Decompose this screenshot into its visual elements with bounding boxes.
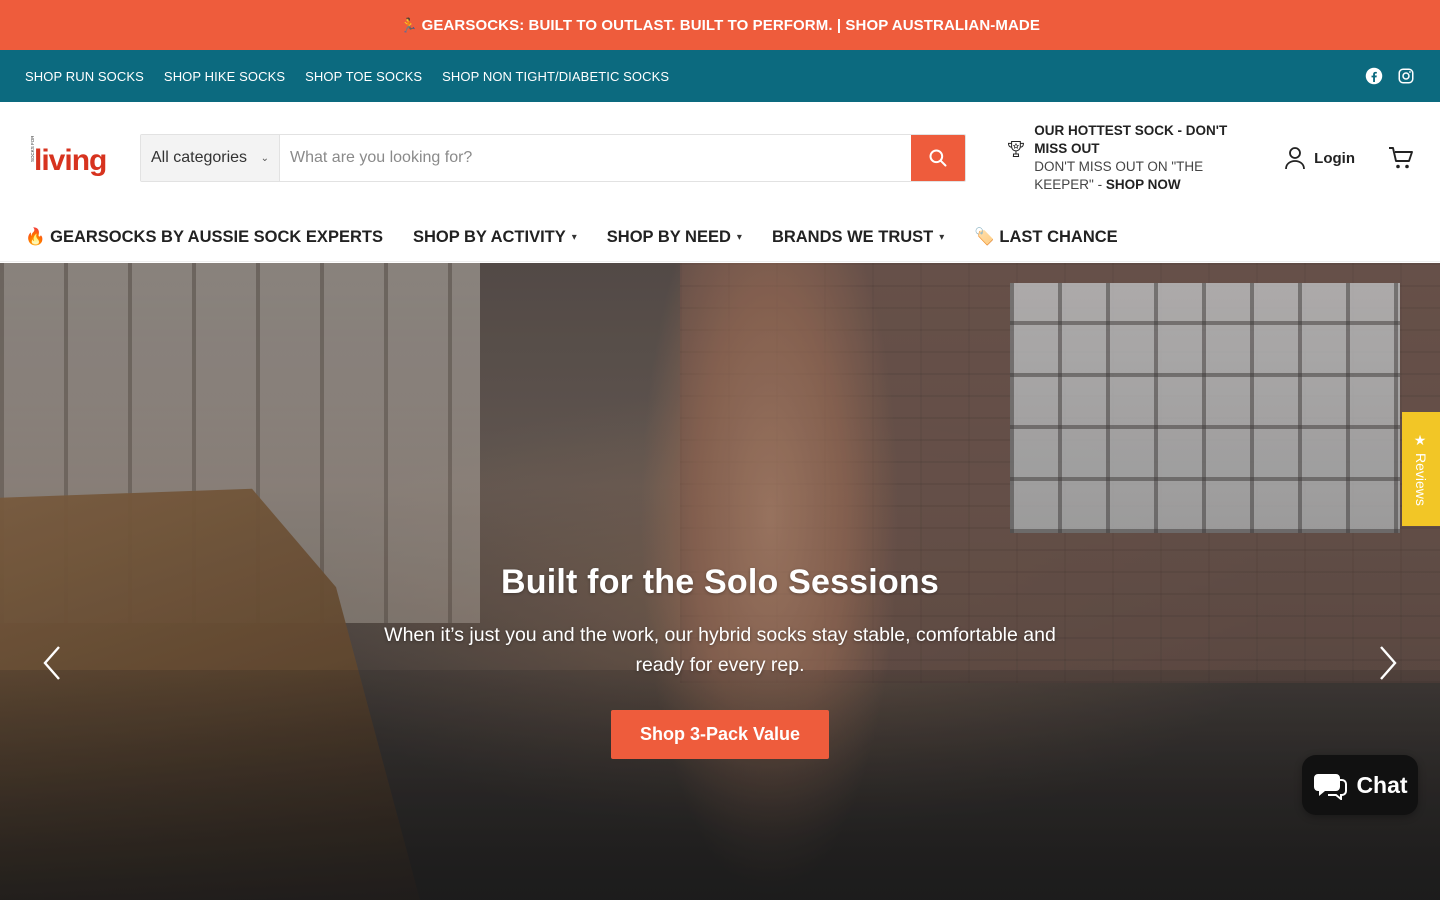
cart-icon (1389, 147, 1413, 169)
announcement-bar[interactable]: 🏃 GEARSOCKS: BUILT TO OUTLAST. BUILT TO … (0, 0, 1440, 50)
search-icon (929, 149, 947, 167)
category-select[interactable]: All categories ⌄ (141, 135, 280, 181)
svg-text:living: living (34, 144, 106, 177)
cart-button[interactable] (1387, 144, 1415, 172)
reviews-tab-label: Reviews (1413, 452, 1429, 506)
trophy-icon (1008, 141, 1025, 157)
nav-item-label: SHOP BY NEED (606, 228, 731, 246)
instagram-icon[interactable] (1397, 67, 1415, 85)
chevron-right-icon (1380, 646, 1397, 680)
chevron-down-icon: ▾ (736, 232, 742, 243)
star-icon: ★ (1413, 432, 1429, 449)
hero-text: When it’s just you and the work, our hyb… (384, 624, 1056, 676)
nav-item-shop-by-need[interactable]: SHOP BY NEED ▾ (607, 228, 742, 247)
promo-cta[interactable]: SHOP NOW (1106, 177, 1181, 192)
facebook-icon[interactable] (1365, 67, 1383, 85)
chevron-down-icon: ▾ (939, 232, 945, 243)
promo-block[interactable]: OUR HOTTEST SOCK - DON'T MISS OUT DON'T … (1006, 122, 1246, 194)
slide-next-button[interactable] (1374, 643, 1402, 683)
hero-content: Built for the Solo Sessions When it’s ju… (0, 563, 1440, 759)
chat-label: Chat (1356, 771, 1408, 798)
chat-button[interactable]: Chat (1302, 755, 1418, 815)
category-select-value: All categories (151, 149, 248, 166)
chat-icon (1314, 774, 1348, 800)
topnav-link-run[interactable]: SHOP RUN SOCKS (25, 69, 144, 84)
top-nav: SHOP RUN SOCKS SHOP HIKE SOCKS SHOP TOE … (0, 50, 1440, 102)
search-input[interactable] (280, 135, 912, 181)
search-bar: All categories ⌄ (140, 134, 967, 182)
nav-item-label: BRANDS WE TRUST (771, 228, 934, 246)
search-button[interactable] (911, 135, 966, 181)
chevron-down-icon: ▾ (571, 232, 577, 243)
topnav-link-diabetic[interactable]: SHOP NON TIGHT/DIABETIC SOCKS (442, 69, 669, 84)
site-logo[interactable]: SOCKS FOR living (28, 136, 118, 180)
chevron-left-icon (43, 646, 60, 680)
main-nav: 🔥 GEARSOCKS BY AUSSIE SOCK EXPERTS SHOP … (0, 214, 1440, 262)
nav-item-label: 🔥 GEARSOCKS BY AUSSIE SOCK EXPERTS (25, 228, 383, 246)
runner-icon: 🏃 (400, 16, 418, 33)
nav-item-label: SHOP BY ACTIVITY (412, 228, 566, 246)
site-header: SOCKS FOR living All categories ⌄ OUR HO… (0, 102, 1440, 214)
hero-shop-button[interactable]: Shop 3-Pack Value (610, 710, 830, 759)
user-icon (1285, 147, 1306, 170)
promo-title: OUR HOTTEST SOCK - DON'T MISS OUT (1034, 123, 1228, 156)
hero-slideshow: Built for the Solo Sessions When it’s ju… (0, 263, 1440, 900)
hero-title: Built for the Solo Sessions (500, 563, 939, 601)
reviews-tab[interactable]: ★ Reviews (1402, 412, 1440, 526)
topnav-link-toe[interactable]: SHOP TOE SOCKS (305, 69, 422, 84)
topnav-link-hike[interactable]: SHOP HIKE SOCKS (164, 69, 285, 84)
slide-prev-button[interactable] (38, 643, 66, 683)
announcement-text: GEARSOCKS: BUILT TO OUTLAST. BUILT TO PE… (421, 16, 1040, 34)
chevron-down-icon: ⌄ (260, 152, 269, 164)
nav-item-last-chance[interactable]: 🏷️ LAST CHANCE (974, 228, 1117, 247)
nav-item-shop-by-activity[interactable]: SHOP BY ACTIVITY ▾ (413, 228, 577, 247)
login-label: Login (1314, 149, 1355, 167)
nav-item-brands[interactable]: BRANDS WE TRUST ▾ (772, 228, 944, 247)
nav-item-label: 🏷️ LAST CHANCE (974, 228, 1118, 246)
nav-item-gearsocks[interactable]: 🔥 GEARSOCKS BY AUSSIE SOCK EXPERTS (25, 228, 383, 247)
login-link[interactable]: Login (1284, 146, 1355, 170)
